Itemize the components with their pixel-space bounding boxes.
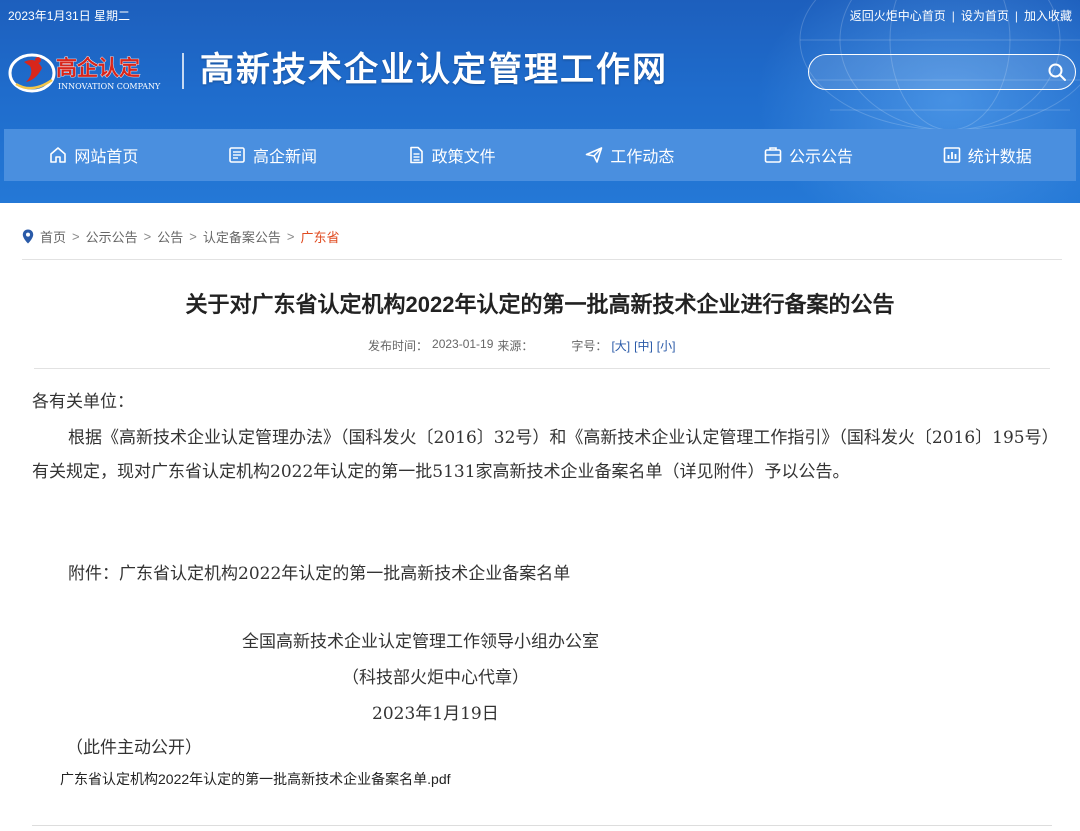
logo-divider — [182, 53, 184, 89]
font-size-medium[interactable]: [中] — [634, 337, 653, 354]
main-paragraph: 根据《高新技术企业认定管理办法》（国科发火〔2016〕32号）和《高新技术企业认… — [32, 428, 1051, 482]
location-pin-icon — [22, 229, 34, 244]
send-icon — [586, 147, 603, 163]
meta-divider — [34, 368, 1050, 369]
nav-item-stats[interactable]: 统计数据 — [897, 129, 1076, 181]
nav-item-policy[interactable]: 政策文件 — [361, 129, 540, 181]
signature-proxy: （科技部火炬中心代章） — [342, 668, 529, 688]
font-size-large[interactable]: [大] — [611, 337, 630, 354]
main-nav: 网站首页 高企新闻 政策文件 工作动态 公示公告 统计数据 — [4, 129, 1076, 181]
nav-label: 网站首页 — [74, 149, 139, 166]
breadcrumb-filing[interactable]: 认定备案公告 — [203, 227, 281, 246]
breadcrumb-divider — [22, 259, 1062, 260]
current-date: 2023年1月31日 星期二 — [8, 9, 131, 23]
public-note: （此件主动公开） — [66, 738, 202, 758]
source-label: 来源： — [497, 339, 534, 353]
logo-text: 高企认定 — [56, 56, 140, 80]
nav-label: 公示公告 — [789, 149, 854, 166]
nav-item-work[interactable]: 工作动态 — [540, 129, 719, 181]
nav-label: 统计数据 — [967, 149, 1032, 166]
notice-icon — [764, 147, 782, 163]
signature-org: 全国高新技术企业认定管理工作领导小组办公室 — [242, 632, 599, 652]
chart-icon — [943, 147, 960, 163]
nav-label: 工作动态 — [610, 149, 675, 166]
breadcrumb-notices[interactable]: 公示公告 — [86, 227, 138, 246]
search-icon[interactable] — [1047, 62, 1067, 82]
bottom-divider — [32, 825, 1052, 826]
breadcrumb-announcement[interactable]: 公告 — [157, 227, 183, 246]
breadcrumb-separator: > — [143, 229, 152, 244]
nav-label: 政策文件 — [431, 149, 496, 166]
document-icon — [409, 146, 423, 164]
search-box — [808, 54, 1076, 90]
site-logo[interactable]: 高企认定 INNOVATION COMPANY — [6, 46, 182, 96]
breadcrumb-separator: > — [72, 229, 80, 244]
font-size-small[interactable]: [小] — [657, 337, 676, 354]
publish-label: 发布时间： — [368, 339, 429, 353]
nav-item-notice[interactable]: 公示公告 — [719, 129, 898, 181]
news-icon — [229, 147, 245, 163]
source-value — [537, 337, 567, 354]
nav-label: 高企新闻 — [253, 149, 318, 166]
greeting-text: 各有关单位： — [32, 392, 134, 412]
font-size-label: 字号： — [571, 339, 608, 353]
breadcrumb-guangdong[interactable]: 广东省 — [300, 227, 339, 246]
search-input[interactable] — [821, 61, 1041, 83]
link-set-homepage[interactable]: 设为首页 — [961, 8, 1009, 24]
attachment-line: 附件：广东省认定机构2022年认定的第一批高新技术企业备案名单 — [68, 564, 571, 584]
breadcrumb: 首页 > 公示公告 > 公告 > 认定备案公告 > 广东省 — [22, 227, 339, 246]
link-separator: | — [951, 9, 955, 23]
breadcrumb-home[interactable]: 首页 — [40, 227, 66, 246]
link-separator: | — [1014, 9, 1018, 23]
logo-subtitle: INNOVATION COMPANY — [58, 82, 161, 91]
nav-item-news[interactable]: 高企新闻 — [183, 129, 362, 181]
article-container: 首页 > 公示公告 > 公告 > 认定备案公告 > 广东省 关于对广东省认定机构… — [4, 203, 1076, 831]
breadcrumb-separator: > — [189, 229, 197, 244]
link-torch-home[interactable]: 返回火炬中心首页 — [850, 8, 946, 24]
link-add-favorite[interactable]: 加入收藏 — [1024, 8, 1072, 24]
signature-date: 2023年1月19日 — [372, 704, 499, 724]
nav-item-home[interactable]: 网站首页 — [4, 129, 183, 181]
top-links: 返回火炬中心首页 | 设为首页 | 加入收藏 — [850, 8, 1072, 24]
site-title: 高新技术企业认定管理工作网 — [200, 50, 668, 90]
site-header: 2023年1月31日 星期二 返回火炬中心首页 | 设为首页 | 加入收藏 高企… — [0, 0, 1080, 203]
attachment-file-link[interactable]: 广东省认定机构2022年认定的第一批高新技术企业备案名单.pdf — [60, 769, 451, 789]
home-icon — [50, 147, 67, 163]
article-meta: 发布时间： 2023-01-19 来源： 字号： [大] [中] [小] — [368, 337, 675, 354]
publish-date: 2023-01-19 — [432, 337, 494, 351]
article-title: 关于对广东省认定机构2022年认定的第一批高新技术企业进行备案的公告 — [185, 292, 895, 317]
breadcrumb-separator: > — [286, 229, 295, 244]
